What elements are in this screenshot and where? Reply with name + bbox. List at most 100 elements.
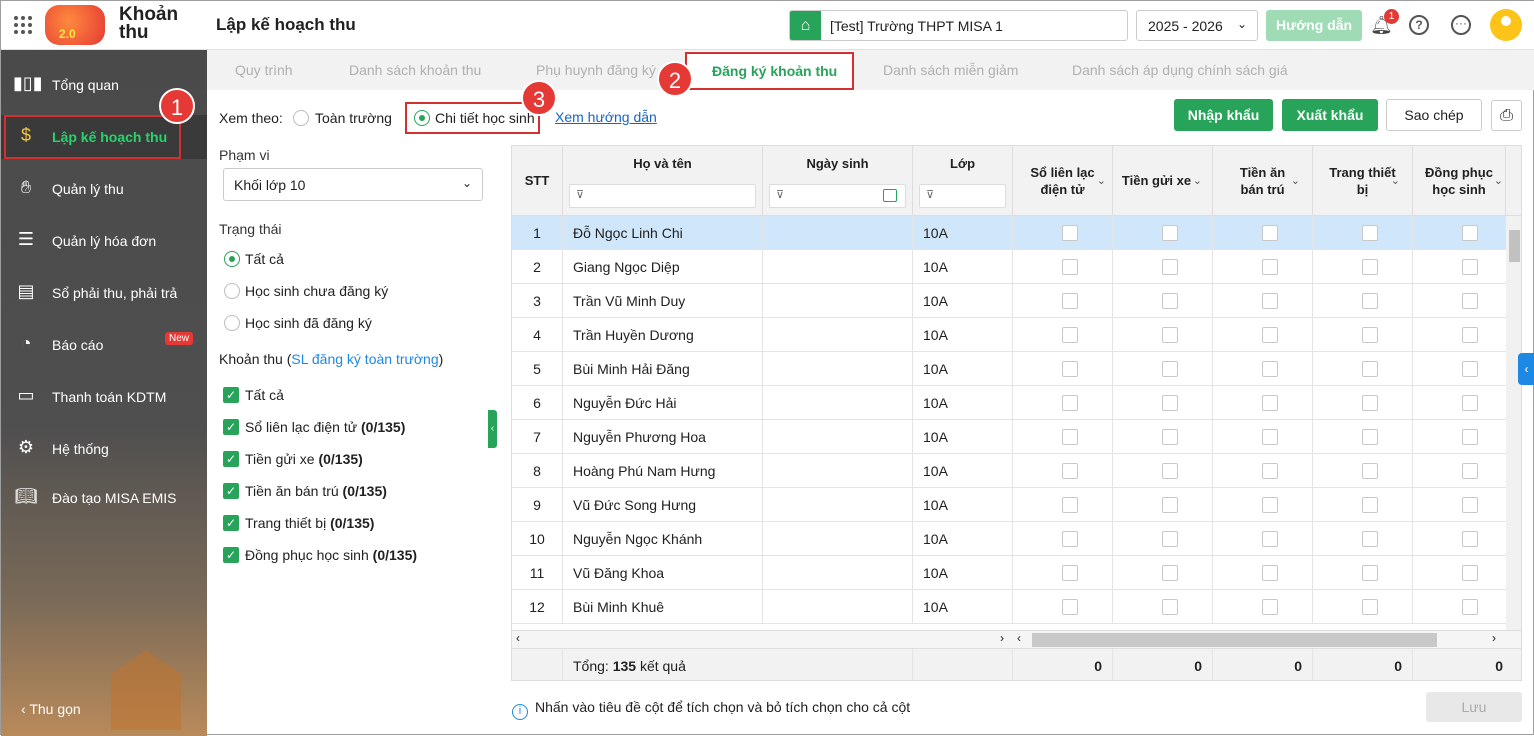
fee-checkbox[interactable] — [1062, 531, 1078, 547]
fee-checkbox[interactable] — [1162, 395, 1178, 411]
fee-checkbox[interactable] — [1162, 361, 1178, 377]
fee-checkbox[interactable] — [1062, 361, 1078, 377]
sidebar-item-invoice[interactable]: ☰ Quản lý hóa đơn — [1, 219, 207, 263]
fee-checkbox[interactable] — [1062, 293, 1078, 309]
scope-select[interactable]: Khối lớp 10 ⌄ — [223, 168, 483, 201]
fee-checkbox[interactable] — [1062, 497, 1078, 513]
fee-checkbox[interactable] — [1162, 497, 1178, 513]
table-row[interactable]: 2 Giang Ngọc Diệp 10A — [512, 250, 1521, 284]
status-all-radio[interactable] — [224, 251, 240, 267]
horizontal-scrollbar[interactable]: ‹ › ‹ › — [512, 630, 1521, 648]
school-register-count-link[interactable]: SL đăng ký toàn trường — [291, 351, 438, 367]
col-fee-4[interactable]: Trang thiết bị ⌄ — [1313, 146, 1413, 216]
scroll-thumb[interactable] — [1032, 633, 1437, 647]
fee-checkbox[interactable] — [1362, 395, 1378, 411]
table-row[interactable]: 7 Nguyễn Phương Hoa 10A — [512, 420, 1521, 454]
table-row[interactable]: 3 Trần Vũ Minh Duy 10A — [512, 284, 1521, 318]
right-panel-handle[interactable]: ‹ — [1518, 353, 1534, 385]
fee-checkbox[interactable] — [1262, 531, 1278, 547]
fee-checkbox[interactable] — [1162, 463, 1178, 479]
table-row[interactable]: 12 Bùi Minh Khuê 10A — [512, 590, 1521, 624]
col-class[interactable]: Lớp — [913, 146, 1013, 216]
filter-name-input[interactable] — [569, 184, 756, 208]
fee-4-checkbox[interactable]: ✓ — [223, 515, 239, 531]
view-guide-link[interactable]: Xem hướng dẫn — [555, 109, 657, 125]
guide-button[interactable]: Hướng dẫn — [1266, 10, 1362, 41]
fee-1-checkbox[interactable]: ✓ — [223, 419, 239, 435]
tab-price-policy[interactable]: Danh sách áp dụng chính sách giá — [1072, 62, 1288, 78]
tab-parent-register[interactable]: Phụ huynh đăng ký — [536, 62, 656, 78]
table-row[interactable]: 5 Bùi Minh Hải Đăng 10A — [512, 352, 1521, 386]
table-row[interactable]: 4 Trần Huyền Dương 10A — [512, 318, 1521, 352]
fee-3-checkbox[interactable]: ✓ — [223, 483, 239, 499]
fee-checkbox[interactable] — [1062, 327, 1078, 343]
table-row[interactable]: 8 Hoàng Phú Nam Hưng 10A — [512, 454, 1521, 488]
table-row[interactable]: 6 Nguyễn Đức Hải 10A — [512, 386, 1521, 420]
fee-checkbox[interactable] — [1262, 361, 1278, 377]
chevron-down-icon[interactable]: ⌄ — [1291, 174, 1300, 187]
fee-checkbox[interactable] — [1462, 293, 1478, 309]
fee-checkbox[interactable] — [1262, 395, 1278, 411]
fee-checkbox[interactable] — [1362, 531, 1378, 547]
col-name[interactable]: Họ và tên — [563, 146, 763, 216]
filter-dob-input[interactable] — [769, 184, 906, 208]
fee-checkbox[interactable] — [1362, 327, 1378, 343]
table-row[interactable] — [512, 624, 1521, 628]
fee-checkbox[interactable] — [1362, 361, 1378, 377]
fee-checkbox[interactable] — [1462, 531, 1478, 547]
fee-checkbox[interactable] — [1262, 497, 1278, 513]
fee-all-checkbox[interactable]: ✓ — [223, 387, 239, 403]
fee-5-checkbox[interactable]: ✓ — [223, 547, 239, 563]
fee-checkbox[interactable] — [1462, 327, 1478, 343]
fee-checkbox[interactable] — [1162, 531, 1178, 547]
col-fee-5[interactable]: Đồng phục học sinh ⌄ — [1413, 146, 1506, 216]
fee-checkbox[interactable] — [1462, 565, 1478, 581]
scroll-left-icon[interactable]: ‹ — [1017, 631, 1021, 645]
fee-checkbox[interactable] — [1462, 463, 1478, 479]
fee-checkbox[interactable] — [1462, 497, 1478, 513]
col-fee-1[interactable]: Sổ liên lạc điện tử ⌄ — [1013, 146, 1113, 216]
fee-checkbox[interactable] — [1462, 395, 1478, 411]
fee-checkbox[interactable] — [1462, 429, 1478, 445]
scroll-left-icon[interactable]: ‹ — [516, 631, 520, 645]
sidebar-item-payment[interactable]: ▭ Thanh toán KDTM — [1, 375, 207, 419]
status-registered-radio[interactable] — [224, 315, 240, 331]
chevron-down-icon[interactable]: ⌄ — [1193, 174, 1202, 187]
table-row[interactable]: 11 Vũ Đăng Khoa 10A — [512, 556, 1521, 590]
fee-checkbox[interactable] — [1162, 565, 1178, 581]
fee-checkbox[interactable] — [1362, 293, 1378, 309]
fee-checkbox[interactable] — [1262, 259, 1278, 275]
year-selector[interactable]: 2025 - 2026 ⌄ — [1136, 10, 1258, 41]
fee-checkbox[interactable] — [1062, 565, 1078, 581]
col-fee-3[interactable]: Tiền ăn bán trú ⌄ — [1213, 146, 1313, 216]
fee-checkbox[interactable] — [1062, 599, 1078, 615]
tab-process[interactable]: Quy trình — [235, 62, 293, 78]
fee-checkbox[interactable] — [1162, 327, 1178, 343]
fee-checkbox[interactable] — [1062, 395, 1078, 411]
fee-checkbox[interactable] — [1262, 327, 1278, 343]
radio-whole-school[interactable] — [293, 110, 309, 126]
fee-checkbox[interactable] — [1362, 259, 1378, 275]
table-row[interactable]: 9 Vũ Đức Song Hưng 10A — [512, 488, 1521, 522]
fee-checkbox[interactable] — [1362, 497, 1378, 513]
more-icon[interactable]: ··· — [1451, 15, 1471, 35]
fee-checkbox[interactable] — [1462, 225, 1478, 241]
fee-checkbox[interactable] — [1262, 429, 1278, 445]
sidebar-item-report[interactable]: ◔ Báo cáo — [1, 323, 207, 367]
tab-fee-list[interactable]: Danh sách khoản thu — [349, 62, 481, 78]
filter-class-input[interactable] — [919, 184, 1006, 208]
vertical-scrollbar[interactable] — [1506, 216, 1521, 630]
fee-checkbox[interactable] — [1062, 429, 1078, 445]
fee-2-checkbox[interactable]: ✓ — [223, 451, 239, 467]
fee-checkbox[interactable] — [1462, 599, 1478, 615]
fee-checkbox[interactable] — [1162, 259, 1178, 275]
fee-checkbox[interactable] — [1262, 225, 1278, 241]
chevron-down-icon[interactable]: ⌄ — [1391, 174, 1400, 187]
collapse-sidebar-button[interactable]: ‹ Thu gọn — [21, 701, 81, 717]
chevron-down-icon[interactable]: ⌄ — [1494, 174, 1503, 187]
col-fee-2[interactable]: Tiền gửi xe ⌄ — [1113, 146, 1213, 216]
apps-grid-icon[interactable] — [14, 16, 32, 34]
school-selector[interactable]: ⌂ [Test] Trường THPT MISA 1 — [789, 10, 1128, 41]
sidebar-item-collect[interactable]: ✋︎ Quản lý thu — [1, 167, 207, 211]
status-unregistered-radio[interactable] — [224, 283, 240, 299]
